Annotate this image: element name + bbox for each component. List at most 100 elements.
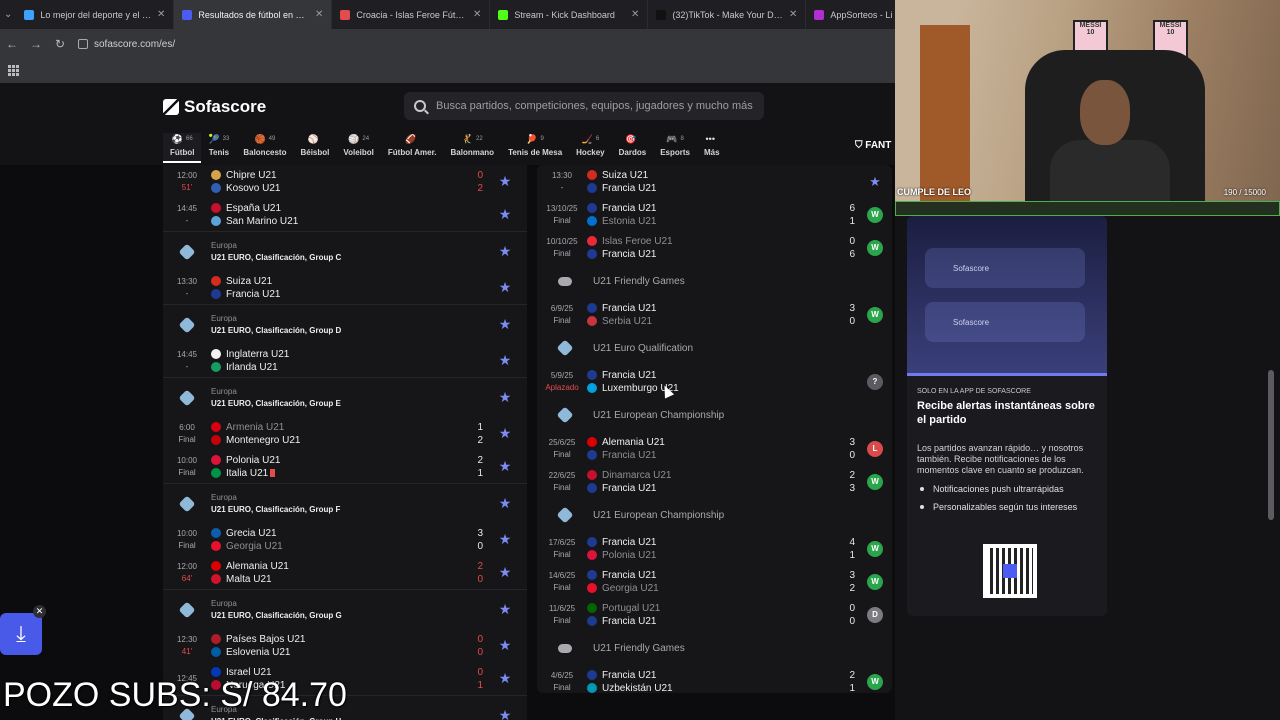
site-header: Sofascore Busca partidos, competiciones,… — [0, 83, 895, 165]
team-match-row[interactable]: 10/10/25 Final Islas Feroe U21 Francia U21 0… — [537, 231, 892, 264]
team-match-row[interactable]: 13:30 - Suiza U21 Francia U21 ★ — [537, 165, 892, 198]
favorite-star-icon[interactable]: ★ — [493, 279, 517, 296]
url-field[interactable]: sofascore.com/es/ — [78, 39, 175, 50]
apps-grid-icon[interactable] — [8, 65, 19, 76]
forward-icon[interactable]: → — [24, 37, 48, 51]
match-row[interactable]: 14:45 - España U21 San Marino U21 ★ — [163, 198, 527, 231]
match-row[interactable]: 6:00 Final Armenia U21 Montenegro U21 1 2 ★ — [163, 417, 527, 450]
team-name: Francia U21 — [602, 669, 657, 681]
favorite-star-icon[interactable]: ★ — [493, 389, 517, 406]
reload-icon[interactable]: ↻ — [48, 37, 72, 51]
sport-tab-m-s[interactable]: ••• Más — [697, 133, 727, 163]
sport-tab-f-tbol[interactable]: ⚽ 66 Fútbol — [163, 133, 202, 163]
home-team: Chipre U21 — [211, 169, 463, 182]
team-match-row[interactable]: 6/9/25 Final Francia U21 Serbia U21 3 0 W — [537, 298, 892, 331]
favorite-star-icon[interactable]: ★ — [493, 707, 517, 720]
team-match-row[interactable]: 17/6/25 Final Francia U21 Polonia U21 4 1 W — [537, 532, 892, 565]
sport-tab-b-isbol[interactable]: ⚾ Béisbol — [293, 133, 336, 163]
favorite-star-icon[interactable]: ★ — [493, 173, 517, 190]
favorite-star-icon[interactable]: ★ — [493, 316, 517, 333]
tournament-header[interactable]: U21 European Championship — [537, 398, 892, 432]
favorite-star-icon[interactable]: ★ — [867, 174, 883, 190]
team-match-row[interactable]: 5/9/25 Aplazado Francia U21 Luxemburgo U21? — [537, 365, 892, 398]
team-flag-icon — [587, 583, 597, 593]
competition-header[interactable]: Europa U21 EURO, Clasificación, Group F ★ — [163, 483, 527, 523]
home-team: Francia U21 — [587, 302, 835, 315]
match-row[interactable]: 14:45 - Inglaterra U21 Irlanda U21 ★ — [163, 344, 527, 377]
tournament-header[interactable]: U21 European Championship — [537, 498, 892, 532]
sport-tab-tenis-de-mesa[interactable]: 🏓 9 Tenis de Mesa — [501, 133, 569, 163]
tab-close-icon[interactable]: ✕ — [473, 9, 481, 20]
team-flag-icon — [211, 647, 221, 657]
favorite-star-icon[interactable]: ★ — [493, 637, 517, 654]
sport-tab-dardos[interactable]: 🎯 Dardos — [612, 133, 654, 163]
browser-tab[interactable]: Resultados de fútbol en directo ✕ — [174, 0, 333, 29]
competition-header[interactable]: Europa U21 EURO, Clasificación, Group C ★ — [163, 231, 527, 271]
sport-tab-voleibol[interactable]: 🏐 24 Voleibol — [336, 133, 381, 163]
sport-tab-f-tbol-amer-[interactable]: 🏈 Fútbol Amer. — [381, 133, 444, 163]
favorite-star-icon[interactable]: ★ — [493, 601, 517, 618]
tab-search-icon[interactable]: ⌄ — [4, 4, 12, 26]
tournament-header[interactable]: U21 Friendly Games — [537, 631, 892, 665]
promo-card-label: Sofascore — [953, 317, 990, 327]
team-name: Francia U21 — [602, 482, 657, 494]
favorite-star-icon[interactable]: ★ — [493, 425, 517, 442]
favorite-star-icon[interactable]: ★ — [493, 206, 517, 223]
competition-header[interactable]: Europa U21 EURO, Clasificación, Group G ★ — [163, 589, 527, 629]
match-row[interactable]: 10:00 Final Polonia U21 Italia U21 2 1 ★ — [163, 450, 527, 483]
team-name: Georgia U21 — [602, 582, 659, 594]
team-match-row[interactable]: 14/6/25 Final Francia U21 Georgia U21 3 2 W — [537, 565, 892, 598]
team-match-row[interactable]: 25/6/25 Final Alemania U21 Francia U21 3 0 L — [537, 432, 892, 465]
fantasy-link[interactable]: ⛉ FANT — [855, 140, 891, 151]
favorite-star-icon[interactable]: ★ — [493, 531, 517, 548]
browser-tab[interactable]: Stream - Kick Dashboard ✕ — [490, 0, 649, 29]
close-icon[interactable]: ✕ — [33, 605, 46, 618]
sport-count: 9 — [540, 136, 544, 142]
download-button[interactable]: ⤓ — [0, 613, 42, 655]
browser-tab[interactable]: Lo mejor del deporte y el entre ✕ — [16, 0, 175, 29]
team-match-row[interactable]: 4/6/25 Final Francia U21 Uzbekistán U21 2 1 W — [537, 665, 892, 693]
favorite-star-icon[interactable]: ★ — [493, 352, 517, 369]
match-row[interactable]: 13:30 - Suiza U21 Francia U21 ★ — [163, 271, 527, 304]
team-name: Chipre U21 — [226, 169, 277, 181]
sport-tab-esports[interactable]: 🎮 8 Esports — [653, 133, 697, 163]
match-row[interactable]: 12:30 41' Países Bajos U21 Eslovenia U21 0 0 ★ — [163, 629, 527, 662]
site-info-icon[interactable] — [78, 39, 88, 49]
favorite-star-icon[interactable]: ★ — [493, 458, 517, 475]
sport-tab-tenis[interactable]: 🎾 33 Tenis — [201, 133, 236, 163]
match-row[interactable]: 12:00 51' Chipre U21 Kosovo U21 0 2 ★ — [163, 165, 527, 198]
away-team: Georgia U21 — [587, 582, 835, 595]
scrollbar[interactable] — [1268, 370, 1274, 520]
match-teams: Armenia U21 Montenegro U21 — [211, 421, 463, 447]
favorite-star-icon[interactable]: ★ — [493, 670, 517, 687]
sofascore-logo[interactable]: Sofascore — [163, 97, 266, 117]
match-row[interactable]: 12:00 64' Alemania U21 Malta U21 2 0 ★ — [163, 556, 527, 589]
team-match-row[interactable]: 22/6/25 Final Dinamarca U21 Francia U21 2 3 W — [537, 465, 892, 498]
favorite-star-icon[interactable]: ★ — [493, 564, 517, 581]
tab-close-icon[interactable]: ✕ — [157, 9, 165, 20]
team-match-row[interactable]: 11/6/25 Final Portugal U21 Francia U21 0 0 D — [537, 598, 892, 631]
sport-tab-baloncesto[interactable]: 🏀 49 Baloncesto — [236, 133, 293, 163]
qr-logo-icon — [1003, 564, 1017, 578]
match-status: - — [185, 288, 189, 298]
trophy-icon — [178, 495, 196, 512]
trophy-icon — [178, 316, 196, 333]
match-row[interactable]: 10:00 Final Grecia U21 Georgia U21 3 0 ★ — [163, 523, 527, 556]
sport-tab-hockey[interactable]: 🏒 6 Hockey — [569, 133, 611, 163]
tab-close-icon[interactable]: ✕ — [631, 9, 639, 20]
home-team: Dinamarca U21 — [587, 469, 835, 482]
favorite-star-icon[interactable]: ★ — [493, 243, 517, 260]
search-input[interactable]: Busca partidos, competiciones, equipos, … — [404, 92, 764, 120]
favorite-star-icon[interactable]: ★ — [493, 495, 517, 512]
sport-tab-balonmano[interactable]: 🤾 22 Balonmano — [444, 133, 502, 163]
competition-header[interactable]: Europa U21 EURO, Clasificación, Group D ★ — [163, 304, 527, 344]
team-match-row[interactable]: 13/10/25 Final Francia U21 Estonia U21 6 1 W — [537, 198, 892, 231]
competition-header[interactable]: Europa U21 EURO, Clasificación, Group E ★ — [163, 377, 527, 417]
browser-tab[interactable]: Croacia - Islas Feroe Fútbol Cu ✕ — [332, 0, 491, 29]
tournament-header[interactable]: U21 Euro Qualification — [537, 331, 892, 365]
tab-close-icon[interactable]: ✕ — [315, 9, 323, 20]
tab-close-icon[interactable]: ✕ — [789, 9, 797, 20]
browser-tab[interactable]: (32)TikTok - Make Your Day ✕ — [648, 0, 807, 29]
back-icon[interactable]: ← — [0, 37, 24, 51]
tournament-header[interactable]: U21 Friendly Games — [537, 264, 892, 298]
